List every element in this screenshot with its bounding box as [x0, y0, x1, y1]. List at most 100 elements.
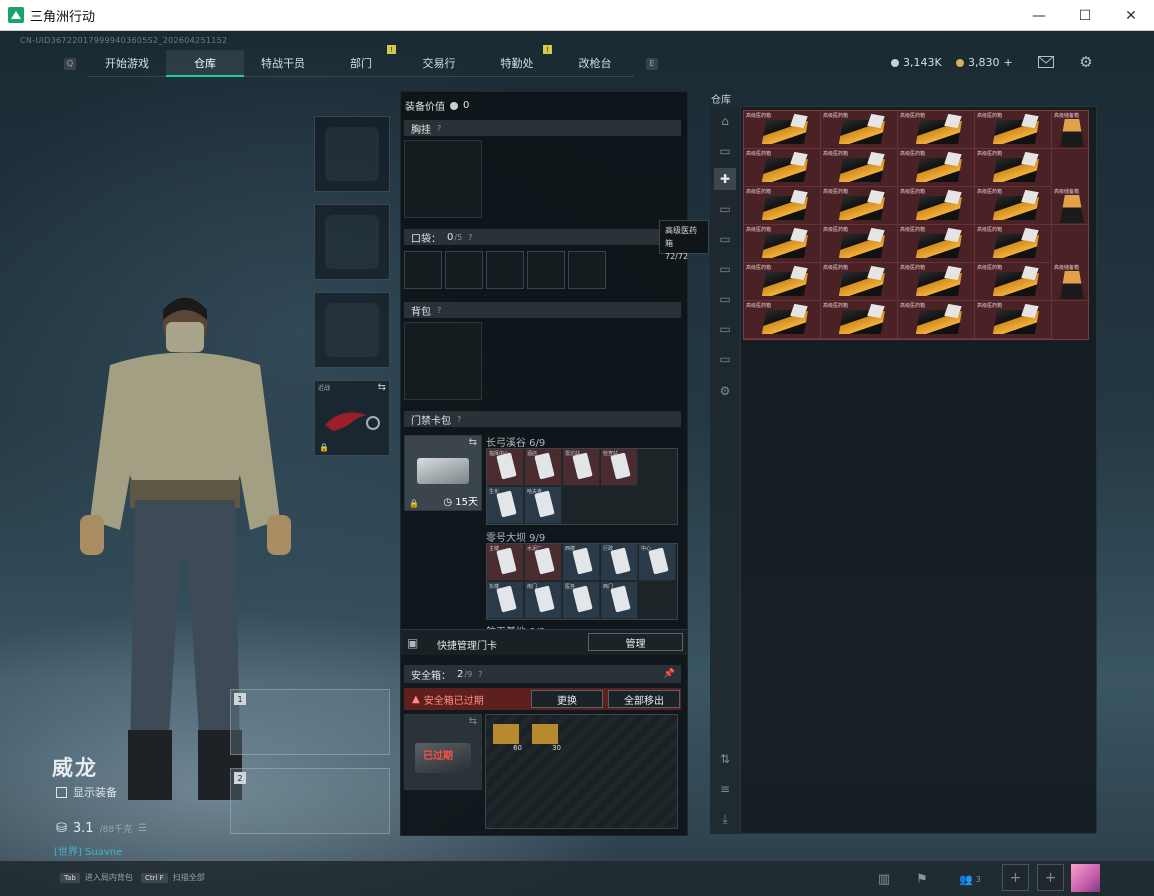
stash-tab-keys[interactable]: ▭ [714, 318, 736, 340]
pocket-slot[interactable] [445, 251, 483, 289]
help-icon[interactable]: ? [478, 670, 482, 679]
replace-safebox-button[interactable]: 更换 [531, 690, 603, 708]
stash-tab-medical[interactable]: ✚ [714, 168, 736, 190]
medical-kit-item[interactable]: 高级医药箱 [975, 301, 1052, 339]
squad-button[interactable]: 👥 3 [950, 866, 990, 892]
keycard-item[interactable]: 中心 [639, 544, 676, 581]
medical-kit-item[interactable]: 高级医药箱 [898, 225, 975, 263]
swap-icon[interactable]: ⇆ [469, 437, 477, 448]
swap-icon[interactable]: ⇆ [378, 382, 386, 393]
swap-icon[interactable]: ⇆ [469, 716, 477, 727]
medical-kit-item[interactable]: 高级医药箱 [821, 149, 898, 187]
list-icon[interactable]: ☰ [138, 823, 147, 834]
medical-kit-item[interactable]: 高级医药箱 [821, 111, 898, 149]
keycard-item[interactable]: 水泥厂 [525, 544, 562, 581]
medical-kit-item[interactable]: 高级医药箱 [744, 149, 821, 187]
keycard-item[interactable]: 医务 [563, 582, 600, 619]
stats-button[interactable]: ▥ [870, 866, 898, 892]
medical-kit-item[interactable]: 高级医药箱 [744, 225, 821, 263]
help-icon[interactable]: ? [457, 415, 461, 424]
keycard-item[interactable]: 指挥中心 [487, 449, 524, 486]
stash-tab-all[interactable]: ⌂ [714, 110, 736, 132]
tab-department[interactable]: 部门! [322, 45, 400, 77]
manage-keycards-button[interactable]: 管理 [588, 633, 683, 651]
tab-special-ops[interactable]: 特勤处! [478, 45, 556, 77]
backpack-slot[interactable] [404, 322, 482, 400]
keycard-item[interactable]: 检查站 [601, 449, 638, 486]
pocket-slot[interactable] [486, 251, 524, 289]
stash-tab-ammo[interactable]: ▭ [714, 198, 736, 220]
primary-weapon-slot-2[interactable]: 2 [230, 768, 390, 834]
avatar[interactable] [1071, 864, 1100, 892]
stash-tab-settings[interactable]: ⚙ [714, 380, 736, 402]
gold-currency[interactable]: 3,830 + [956, 56, 1013, 69]
medical-kit-item[interactable]: 高级医药箱 [975, 225, 1052, 263]
pin-icon[interactable]: 📌 [664, 669, 675, 679]
tab-trading[interactable]: 交易行 [400, 50, 478, 77]
flag-button[interactable]: ⚑ [908, 866, 936, 892]
safebox-item[interactable]: 30 [526, 716, 564, 754]
stash-sort-button[interactable]: ⇅ [714, 748, 736, 770]
stash-tab-misc[interactable]: ▭ [714, 348, 736, 370]
close-button[interactable]: ✕ [1108, 0, 1154, 31]
stash-tab-armor[interactable]: ▭ [714, 228, 736, 250]
medical-kit-item[interactable]: 高级医药箱 [821, 187, 898, 225]
tab-warehouse[interactable]: 仓库 [166, 50, 244, 77]
keycard-item[interactable]: 生化 [487, 487, 524, 524]
keycard-item[interactable]: 西门 [601, 582, 638, 619]
keycard-item[interactable]: 南门 [525, 582, 562, 619]
safebox-slot[interactable]: ⇆ 已过期 [404, 714, 482, 790]
settings-button[interactable]: ⚙ [1076, 52, 1096, 72]
medical-kit-item[interactable]: 高级医药箱 [821, 225, 898, 263]
medical-kit-item[interactable]: 高级医药箱 [975, 111, 1052, 149]
safebox-item[interactable]: 60 [487, 716, 525, 754]
stash-tab-attachments[interactable]: ▭ [714, 288, 736, 310]
medical-kit-item[interactable]: 高级医药箱 [975, 263, 1052, 301]
keycard-item[interactable]: 行政 [601, 544, 638, 581]
armor-slot[interactable] [314, 204, 390, 280]
medical-kit-item[interactable]: 高级医药箱 [898, 149, 975, 187]
show-equipment-toggle[interactable]: 显示装备 [56, 784, 117, 800]
medical-kit-item[interactable]: 高级医药箱 [898, 263, 975, 301]
gold-add-button[interactable]: + [1004, 56, 1013, 69]
medical-kit-item[interactable]: 高级医药箱 [744, 111, 821, 149]
primary-weapon-slot-1[interactable]: 1 [230, 689, 390, 755]
keycard-item[interactable]: 主楼 [487, 544, 524, 581]
pocket-slot[interactable] [527, 251, 565, 289]
medical-kit-item[interactable]: 高级医药箱 [821, 301, 898, 339]
keycard-item[interactable]: 酒店 [525, 449, 562, 486]
reserve-case-item[interactable]: 高级储备箱 [1052, 263, 1090, 301]
help-icon[interactable]: ? [437, 124, 441, 133]
keycard-item[interactable]: 东楼 [487, 582, 524, 619]
medical-kit-item[interactable]: 高级医药箱 [975, 187, 1052, 225]
pistol-slot[interactable] [314, 292, 390, 368]
keycard-item[interactable]: 雷达站 [563, 449, 600, 486]
medical-kit-item[interactable]: 高级医药箱 [744, 187, 821, 225]
helmet-slot[interactable] [314, 116, 390, 192]
tab-gunsmith[interactable]: 改枪台 [556, 50, 634, 77]
medical-kit-item[interactable]: 高级医药箱 [898, 187, 975, 225]
medical-kit-item[interactable]: 高级医药箱 [744, 301, 821, 339]
add-teammate-slot-2[interactable]: + [1037, 864, 1064, 891]
medical-kit-item[interactable]: 高级医药箱 [898, 301, 975, 339]
stash-expand-button[interactable]: ⤓ [714, 808, 736, 830]
chat-line[interactable]: [世界] Suavne [54, 843, 122, 858]
keycard-item[interactable]: 哈夫克 [525, 487, 562, 524]
add-teammate-slot-1[interactable]: + [1002, 864, 1029, 891]
medical-kit-item[interactable]: 高级医药箱 [821, 263, 898, 301]
reserve-case-item[interactable]: 高级储备箱 [1052, 111, 1090, 149]
maximize-button[interactable]: ☐ [1062, 0, 1108, 31]
tab-operators[interactable]: 特战干员 [244, 50, 322, 77]
melee-slot[interactable]: 近战 ⇆ 🔒 [314, 380, 390, 456]
keycard-item[interactable]: 西楼 [563, 544, 600, 581]
stash-tab-backpack[interactable]: ▭ [714, 258, 736, 280]
medical-kit-item[interactable]: 高级医药箱 [744, 263, 821, 301]
mail-button[interactable] [1036, 52, 1056, 72]
reserve-case-item[interactable]: 高级储备箱 [1052, 187, 1090, 225]
chest-rig-slot[interactable] [404, 140, 482, 218]
pocket-slot[interactable] [568, 251, 606, 289]
help-icon[interactable]: ? [468, 233, 472, 242]
help-icon[interactable]: ? [437, 306, 441, 315]
minimize-button[interactable]: — [1016, 0, 1062, 31]
nav-prev-key[interactable]: Q [64, 57, 76, 70]
